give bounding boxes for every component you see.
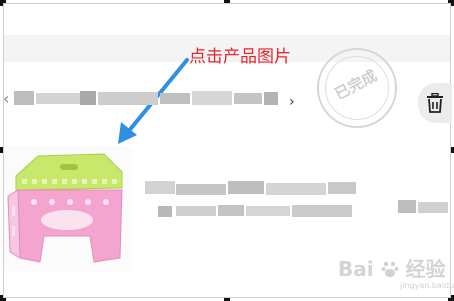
blurred-text [14, 91, 34, 105]
blurred-text [418, 202, 448, 213]
watermark-url: jingyan.baidu.com [400, 281, 454, 290]
blurred-text [98, 92, 158, 105]
watermark-suffix: 经验 [405, 257, 446, 281]
chevron-left-icon[interactable]: ‹ [3, 89, 9, 108]
blurred-text [292, 205, 352, 217]
completed-stamp: 已完成 [317, 48, 397, 128]
blurred-text [266, 183, 326, 195]
blurred-text [218, 205, 244, 216]
blurred-text [398, 200, 416, 213]
blurred-text [192, 91, 232, 105]
blurred-text [158, 206, 172, 217]
blurred-text [264, 92, 278, 105]
blurred-text [328, 182, 356, 194]
trash-icon [427, 93, 443, 113]
product-image[interactable] [4, 146, 132, 272]
watermark-brand: Bai [338, 257, 374, 281]
folding-stool-image [7, 153, 123, 263]
paw-icon [381, 261, 399, 277]
blurred-text [145, 181, 175, 194]
delete-button[interactable] [418, 83, 452, 123]
blurred-text [228, 181, 264, 194]
blurred-text [176, 184, 226, 195]
blurred-text [234, 93, 262, 104]
blurred-text [176, 206, 216, 216]
blurred-text [36, 93, 80, 104]
blurred-text [80, 91, 96, 105]
chevron-right-icon[interactable]: › [289, 94, 295, 110]
blurred-text [246, 206, 290, 216]
blurred-text [160, 93, 190, 104]
baidu-watermark: Bai 经验 [338, 253, 446, 282]
